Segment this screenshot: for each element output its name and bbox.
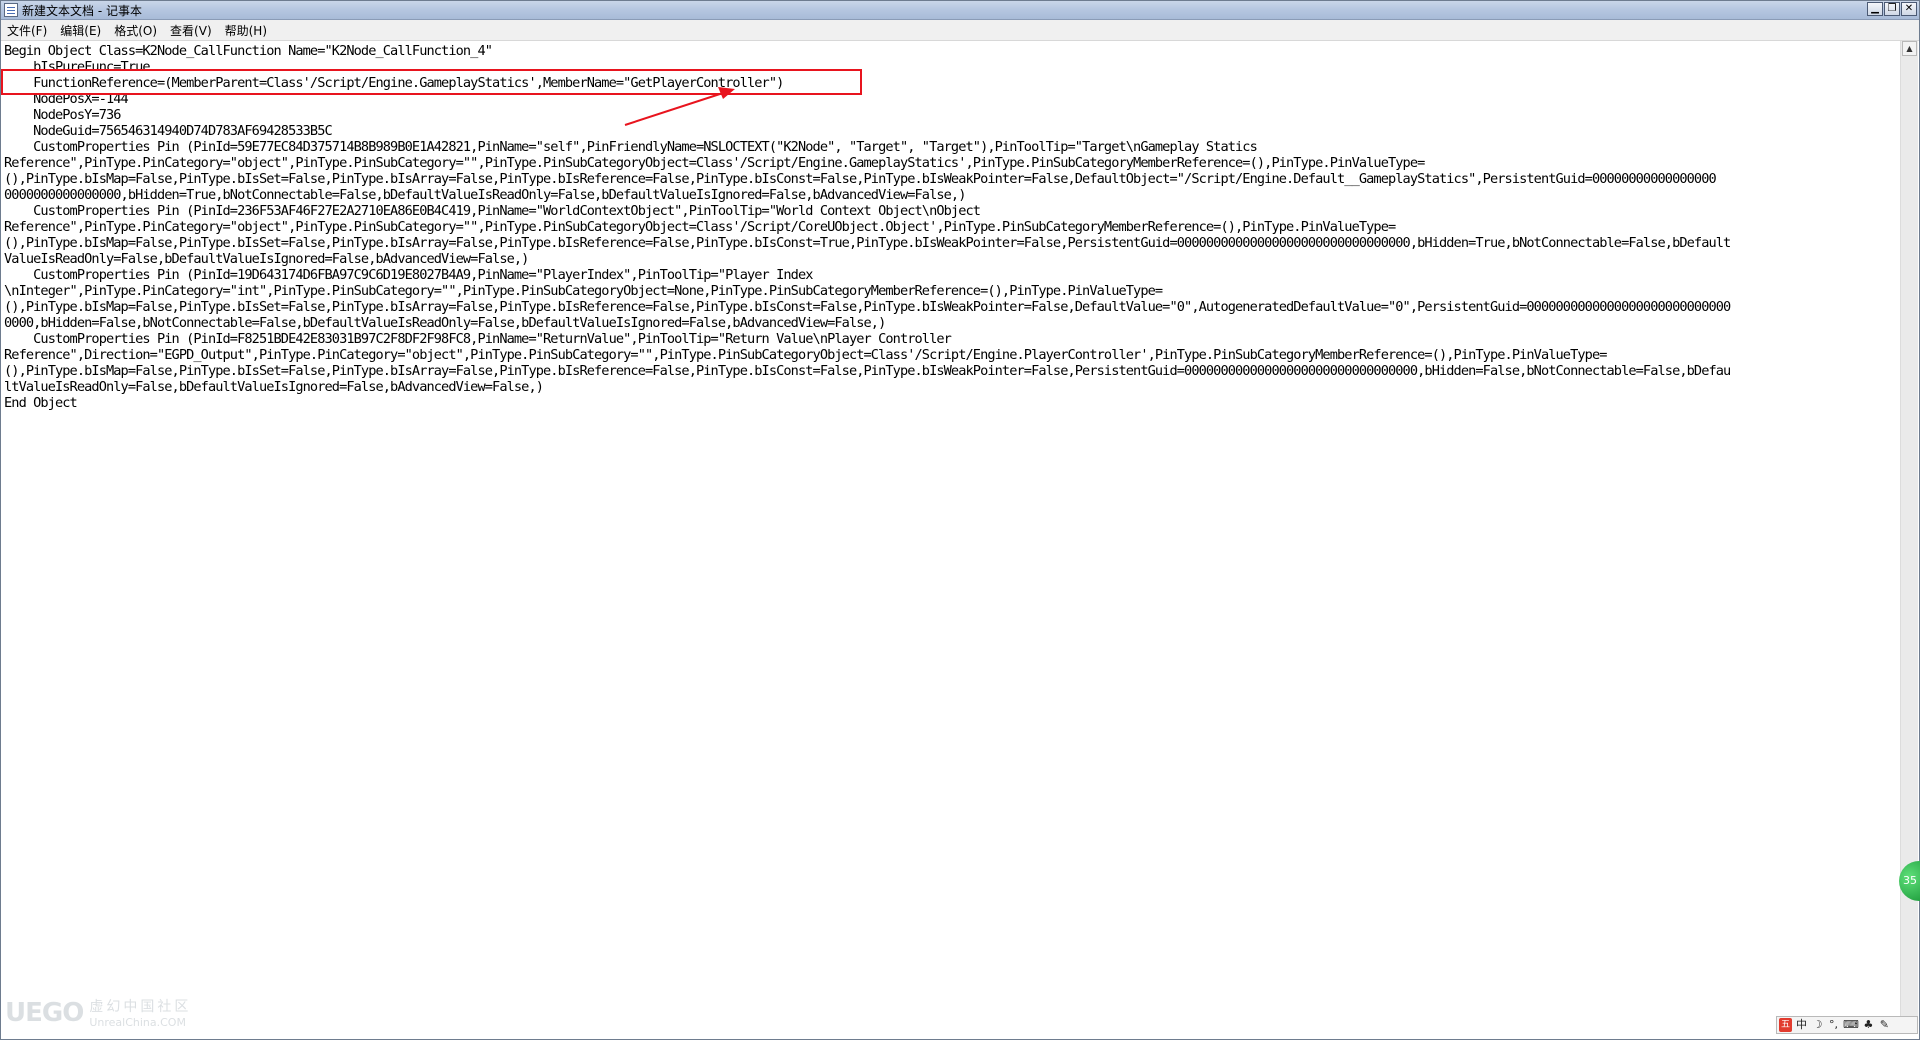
watermark-cn: 虚幻中国社区: [89, 999, 192, 1015]
window-controls: ▁ ❐ ✕: [1867, 2, 1917, 16]
ime-settings-icon[interactable]: ✎: [1878, 1018, 1891, 1032]
text-line: Begin Object Class=K2Node_CallFunction N…: [4, 43, 493, 59]
close-button[interactable]: ✕: [1901, 2, 1917, 16]
text-line: CustomProperties Pin (PinId=19D643174D6F…: [4, 267, 813, 283]
ime-fullwidth-moon-icon[interactable]: ☽: [1811, 1018, 1824, 1032]
text-line: ValueIsReadOnly=False,bDefaultValueIsIgn…: [4, 251, 529, 267]
menu-help[interactable]: 帮助(H): [219, 22, 274, 39]
ime-keyboard-icon[interactable]: ⌨: [1843, 1018, 1859, 1032]
menu-edit[interactable]: 编辑(E): [54, 22, 108, 39]
text-line: 0000,bHidden=False,bNotConnectable=False…: [4, 315, 886, 331]
menu-bar: 文件(F) 编辑(E) 格式(O) 查看(V) 帮助(H): [1, 20, 1919, 41]
title-bar[interactable]: 新建文本文档 - 记事本 ▁ ❐ ✕: [1, 1, 1919, 20]
text-line: (),PinType.bIsMap=False,PinType.bIsSet=F…: [4, 171, 1717, 187]
menu-view[interactable]: 查看(V): [164, 22, 219, 39]
text-line: ltValueIsReadOnly=False,bDefaultValueIsI…: [4, 379, 544, 395]
text-line: End Object: [4, 395, 78, 411]
menu-file[interactable]: 文件(F): [1, 22, 54, 39]
text-line: bIsPureFunc=True: [4, 59, 150, 75]
ime-toolbar: 五 中 ☽ °, ⌨ ♣ ✎: [1776, 1016, 1918, 1034]
ime-punctuation-icon[interactable]: °,: [1827, 1018, 1840, 1032]
scroll-up-arrow-icon[interactable]: ▲: [1902, 41, 1917, 56]
text-line: \nInteger",PinType.PinCategory="int",Pin…: [4, 283, 1163, 299]
watermark-logo: UEGO: [5, 997, 84, 1028]
text-editor[interactable]: Begin Object Class=K2Node_CallFunction N…: [2, 41, 1900, 1033]
text-line: NodePosY=736: [4, 107, 121, 123]
text-line: Reference",PinType.PinCategory="object",…: [4, 155, 1425, 171]
text-line: CustomProperties Pin (PinId=F8251BDE42E8…: [4, 331, 952, 347]
text-line: CustomProperties Pin (PinId=236F53AF46F2…: [4, 203, 981, 219]
text-line: Reference",PinType.PinCategory="object",…: [4, 219, 1396, 235]
ime-language-toggle[interactable]: 中: [1795, 1018, 1808, 1032]
text-line: Reference",Direction="EGPD_Output",PinTy…: [4, 347, 1607, 363]
watermark-url: UnrealChina.COM: [89, 1016, 186, 1029]
text-line: (),PinType.bIsMap=False,PinType.bIsSet=F…: [4, 235, 1731, 251]
window-title: 新建文本文档 - 记事本: [22, 3, 142, 18]
notepad-icon: [4, 3, 18, 17]
ime-skin-icon[interactable]: ♣: [1862, 1018, 1875, 1032]
text-line: FunctionReference=(MemberParent=Class'/S…: [4, 75, 784, 91]
text-line: NodeGuid=756546314940D74D783AF69428533B5…: [4, 123, 333, 139]
watermark: UEGO 虚幻中国社区 UnrealChina.COM: [5, 996, 192, 1030]
maximize-button[interactable]: ❐: [1884, 2, 1900, 16]
text-line: (),PinType.bIsMap=False,PinType.bIsSet=F…: [4, 299, 1731, 315]
ime-logo-icon[interactable]: 五: [1779, 1018, 1792, 1032]
text-line: CustomProperties Pin (PinId=59E77EC84D37…: [4, 139, 1258, 155]
text-line: (),PinType.bIsMap=False,PinType.bIsSet=F…: [4, 363, 1731, 379]
minimize-button[interactable]: ▁: [1867, 2, 1883, 16]
text-line: NodePosX=-144: [4, 91, 129, 107]
menu-format[interactable]: 格式(O): [108, 22, 164, 39]
text-line: 0000000000000000,bHidden=True,bNotConnec…: [4, 187, 966, 203]
notepad-window: 新建文本文档 - 记事本 ▁ ❐ ✕ 文件(F) 编辑(E) 格式(O) 查看(…: [0, 0, 1920, 1040]
